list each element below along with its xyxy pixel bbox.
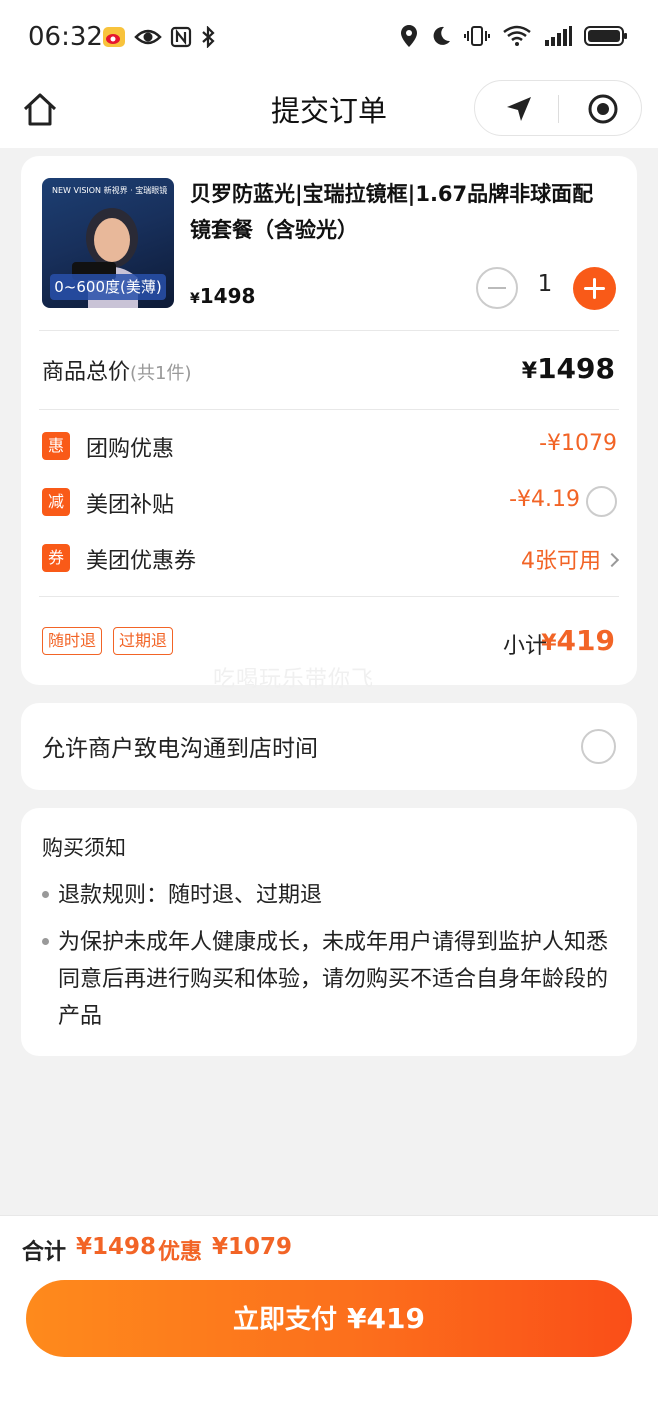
moon-icon — [430, 25, 452, 51]
discount-value: -¥1079 — [539, 431, 617, 456]
total-price-value: ¥1498 — [522, 352, 615, 385]
purchase-notice-card: 购买须知 退款规则：随时退、过期退 为保护未成年人健康成长，未成年用户请得到监护… — [21, 808, 637, 1056]
eye-icon — [134, 27, 162, 51]
currency-symbol: ¥ — [541, 631, 557, 656]
quantity-decrease-button[interactable] — [476, 267, 518, 309]
status-left-icons — [102, 25, 216, 52]
product-image-tag: 0~600度(美薄) — [50, 274, 166, 300]
total-price-label-text: 商品总价 — [42, 360, 131, 385]
discount-row-subsidy: 减 美团补贴 -¥4.19 — [42, 486, 617, 518]
policy-tag: 过期退 — [113, 627, 174, 655]
divider — [39, 330, 619, 331]
close-miniprogram-button[interactable] — [587, 93, 619, 129]
subtotal-value: ¥419 — [541, 624, 615, 657]
checkout-bar: 合计 ¥1498 优惠 ¥1079 立即支付 ¥419 — [0, 1215, 658, 1416]
location-arrow-icon — [507, 97, 531, 121]
status-right-icons — [400, 24, 628, 52]
notice-item: 退款规则：随时退、过期退 — [58, 883, 323, 908]
wifi-icon — [502, 25, 532, 51]
discount-badge: 惠 — [42, 432, 70, 460]
subsidy-radio[interactable] — [586, 486, 617, 517]
bullet-dot — [42, 891, 49, 898]
discount-value: -¥4.19 — [509, 487, 580, 512]
coupon-available-text: 4张可用 — [521, 549, 601, 574]
sum-discount-label: 优惠 — [158, 1240, 203, 1265]
allow-call-radio[interactable] — [581, 729, 616, 764]
quantity-increase-button[interactable] — [573, 267, 616, 310]
status-bar: 06:32 — [0, 0, 658, 78]
capsule-divider — [558, 95, 559, 123]
weibo-icon — [102, 26, 126, 52]
policy-tag: 随时退 — [42, 627, 103, 655]
order-card: NEW VISION 新视界 · 宝瑞眼镜 0~600度(美薄) 贝罗防蓝光|宝… — [21, 156, 637, 692]
status-time: 06:32 — [28, 22, 103, 52]
quantity-value: 1 — [537, 271, 553, 297]
signal-icon — [544, 25, 572, 51]
nav-bar: 提交订单 — [0, 78, 658, 148]
total-price-label: 商品总价(共1件) — [42, 354, 192, 386]
pay-now-button[interactable]: 立即支付 ¥419 — [26, 1280, 632, 1357]
pay-now-amount: ¥419 — [347, 1302, 425, 1335]
discount-badge: 券 — [42, 544, 70, 572]
discount-label: 美团补贴 — [86, 493, 175, 518]
bluetooth-icon — [200, 25, 216, 52]
coupon-available[interactable]: 4张可用 — [521, 543, 620, 575]
mini-program-capsule — [474, 80, 642, 136]
discount-badge: 减 — [42, 488, 70, 516]
sum-value: ¥1498 — [76, 1234, 157, 1260]
total-price-number: 1498 — [537, 352, 615, 385]
allow-call-card[interactable]: 允许商户致电沟通到店时间 — [21, 703, 637, 790]
subtotal-number: 419 — [556, 624, 615, 657]
product-price-value: 1498 — [199, 284, 256, 308]
allow-call-label: 允许商户致电沟通到店时间 — [42, 736, 318, 762]
discount-label: 团购优惠 — [86, 437, 175, 462]
pay-now-label: 立即支付 — [233, 1305, 338, 1335]
currency-symbol: ¥ — [521, 359, 538, 384]
location-icon — [400, 24, 418, 52]
notice-title: 购买须知 — [42, 836, 126, 860]
currency-symbol: ¥ — [190, 291, 200, 307]
product-title: 贝罗防蓝光|宝瑞拉镜框|1.67品牌非球面配镜套餐（含验光） — [190, 182, 594, 242]
sum-label: 合计 — [22, 1240, 67, 1265]
product-image[interactable]: NEW VISION 新视界 · 宝瑞眼镜 0~600度(美薄) — [42, 178, 174, 308]
location-arrow-button[interactable] — [503, 93, 535, 129]
chevron-right-icon — [604, 552, 620, 568]
vibrate-icon — [464, 25, 490, 51]
sum-discount-value: ¥1079 — [212, 1234, 293, 1260]
discount-row-coupon[interactable]: 券 美团优惠券 4张可用 — [42, 543, 620, 575]
battery-icon — [584, 25, 628, 51]
divider — [39, 596, 619, 597]
record-icon — [588, 94, 618, 124]
total-count: (共1件) — [130, 363, 192, 384]
discount-row-group-buy: 惠 团购优惠 -¥1079 — [42, 431, 617, 462]
bullet-dot — [42, 938, 49, 945]
discount-label: 美团优惠券 — [86, 549, 197, 574]
divider — [39, 409, 619, 410]
notice-item: 为保护未成年人健康成长，未成年用户请得到监护人知悉同意后再进行购买和体验，请勿购… — [58, 930, 609, 1029]
watermark: 吃喝玩乐带你飞 — [213, 667, 375, 692]
product-price: ¥1498 — [190, 284, 255, 308]
nfc-icon — [170, 26, 192, 52]
